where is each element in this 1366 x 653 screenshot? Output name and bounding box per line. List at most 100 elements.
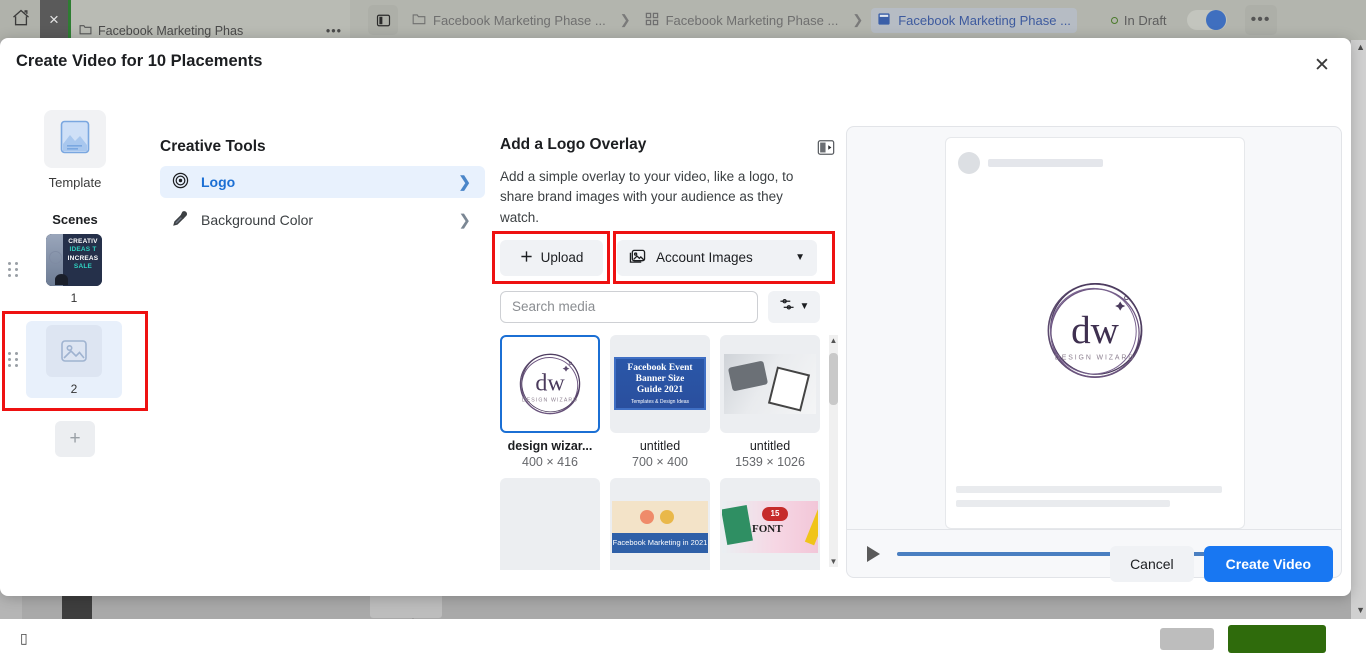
desk-photo-art bbox=[724, 354, 816, 414]
account-images-label: Account Images bbox=[656, 250, 753, 265]
fb-event-banner-art: Facebook Event Banner Size Guide 2021 Te… bbox=[614, 357, 706, 410]
tool-item-background-color[interactable]: Background Color ❯ bbox=[160, 204, 485, 236]
status-badge: In Draft bbox=[1111, 13, 1167, 28]
preview-canvas: dw DESIGN WIZARD bbox=[945, 137, 1245, 529]
search-input[interactable] bbox=[500, 291, 758, 323]
tab-menu-icon[interactable]: ••• bbox=[326, 24, 342, 38]
tool-item-logo[interactable]: Logo ❯ bbox=[160, 166, 485, 198]
plus-icon bbox=[520, 250, 533, 266]
add-scene-button[interactable]: + bbox=[55, 421, 95, 457]
scene-card-selected[interactable]: 2 bbox=[26, 321, 122, 398]
scenes-panel: Template Scenes CREATIVIDEAS TINCREASSAL… bbox=[0, 94, 150, 536]
home-icon[interactable] bbox=[10, 8, 40, 33]
logo-overlay-panel: Add a Logo Overlay Add a simple overlay … bbox=[500, 136, 838, 536]
scroll-down-arrow[interactable]: ▼ bbox=[829, 557, 838, 566]
placeholder-name-bar bbox=[988, 159, 1103, 167]
drag-handle-icon[interactable] bbox=[0, 352, 26, 367]
draft-toggle[interactable] bbox=[1187, 10, 1227, 30]
media-grid: dw DESIGN WIZARD design wizar... 400 × 4… bbox=[500, 335, 820, 570]
cancel-button[interactable]: Cancel bbox=[1110, 546, 1194, 582]
breadcrumb-separator: ❯ bbox=[620, 12, 631, 28]
upload-button[interactable]: Upload bbox=[500, 240, 603, 276]
media-thumbnail[interactable]: Facebook Marketing in 2021 bbox=[610, 478, 710, 570]
logo-action-row: Upload Account Images ▼ bbox=[500, 240, 838, 276]
background-primary-button bbox=[1228, 625, 1326, 653]
banner-word: FONT bbox=[752, 523, 783, 535]
breadcrumb-separator: ❯ bbox=[852, 12, 863, 28]
svg-text:dw: dw bbox=[1071, 309, 1120, 352]
scene-thumbnail[interactable] bbox=[46, 325, 102, 377]
tool-item-label: Logo bbox=[201, 174, 235, 190]
media-item[interactable]: 15 FONT bbox=[720, 478, 820, 570]
media-name: untitled bbox=[720, 439, 820, 453]
media-thumbnail[interactable]: Facebook Event Banner Size Guide 2021 Te… bbox=[610, 335, 710, 433]
media-item[interactable]: Facebook Event Banner Size Guide 2021 Te… bbox=[610, 335, 710, 469]
video-preview-panel: dw DESIGN WIZARD 0:06 / 0:06 bbox=[846, 126, 1342, 578]
scene-row[interactable]: CREATIVIDEAS TINCREASSALE 1 bbox=[0, 233, 150, 305]
eyedropper-icon bbox=[172, 210, 189, 230]
svg-text:DESIGN WIZARD: DESIGN WIZARD bbox=[1055, 354, 1135, 361]
template-thumbnail[interactable] bbox=[44, 110, 106, 168]
page-scrollbar[interactable]: ▲ ▼ bbox=[1351, 40, 1366, 619]
media-name: design wizar... bbox=[500, 439, 600, 453]
panel-toggle-icon[interactable] bbox=[368, 5, 398, 35]
scrollbar-thumb[interactable] bbox=[829, 353, 838, 405]
browser-tab-label: Facebook Marketing Phas bbox=[98, 24, 243, 38]
media-thumbnail[interactable] bbox=[720, 335, 820, 433]
logo-overlay-header: Add a Logo Overlay bbox=[500, 136, 838, 158]
breadcrumb-item-folder[interactable]: Facebook Marketing Phase ... bbox=[406, 9, 612, 32]
logo-overlay-description: Add a simple overlay to your video, like… bbox=[500, 167, 818, 228]
logo-overlay-preview: dw DESIGN WIZARD bbox=[1032, 268, 1158, 399]
scroll-up-arrow[interactable]: ▲ bbox=[1356, 42, 1365, 52]
breadcrumb-label: Facebook Marketing Phase ... bbox=[666, 13, 839, 28]
template-block[interactable]: Template bbox=[0, 110, 150, 190]
media-scrollbar[interactable]: ▲ ▼ bbox=[829, 335, 838, 567]
avatar bbox=[958, 152, 980, 174]
breadcrumb-item-current[interactable]: Facebook Marketing Phase ... bbox=[871, 8, 1077, 33]
more-options-icon[interactable]: ••• bbox=[1245, 5, 1277, 35]
status-dot-icon bbox=[1111, 17, 1118, 24]
media-item[interactable] bbox=[500, 478, 600, 570]
scene-number: 2 bbox=[26, 382, 122, 396]
media-item[interactable]: dw DESIGN WIZARD design wizar... 400 × 4… bbox=[500, 335, 600, 469]
media-thumbnail[interactable]: dw DESIGN WIZARD bbox=[500, 335, 600, 433]
media-item[interactable]: Facebook Marketing in 2021 bbox=[610, 478, 710, 570]
media-thumbnail[interactable] bbox=[500, 478, 600, 570]
placeholder-text-bar bbox=[956, 486, 1222, 493]
scenes-heading: Scenes bbox=[0, 212, 150, 227]
banner-line-3: Guide 2021 bbox=[637, 385, 683, 396]
play-icon[interactable] bbox=[863, 545, 883, 563]
browser-tab[interactable]: Facebook Marketing Phas ••• bbox=[68, 0, 350, 40]
status-label: In Draft bbox=[1124, 13, 1167, 28]
media-dimensions: 400 × 416 bbox=[500, 455, 600, 469]
media-item[interactable]: untitled 1539 × 1026 bbox=[720, 335, 820, 469]
tab-close-icon[interactable]: × bbox=[40, 0, 68, 40]
dw-logo-icon: dw DESIGN WIZARD bbox=[510, 344, 590, 424]
scene-card[interactable]: CREATIVIDEAS TINCREASSALE 1 bbox=[26, 234, 122, 305]
scroll-down-arrow[interactable]: ▼ bbox=[1356, 605, 1365, 615]
drag-handle-icon[interactable] bbox=[0, 262, 26, 277]
logo-overlay-title: Add a Logo Overlay bbox=[500, 136, 646, 154]
scene-row[interactable]: 2 bbox=[0, 311, 150, 407]
media-name: untitled bbox=[610, 439, 710, 453]
panel-collapse-icon[interactable] bbox=[814, 136, 838, 158]
template-label: Template bbox=[0, 175, 150, 190]
svg-text:dw: dw bbox=[535, 370, 565, 396]
modal-footer: Cancel Create Video bbox=[1110, 546, 1333, 582]
breadcrumb-label: Facebook Marketing Phase ... bbox=[433, 13, 606, 28]
browser-top-bar: × Facebook Marketing Phas ••• bbox=[0, 0, 1366, 40]
creative-tools-panel: Creative Tools Logo ❯ Background Color ❯ bbox=[160, 138, 485, 236]
grid-icon bbox=[645, 12, 659, 29]
breadcrumb-item-board[interactable]: Facebook Marketing Phase ... bbox=[639, 8, 845, 33]
scene-thumbnail[interactable]: CREATIVIDEAS TINCREASSALE bbox=[46, 234, 102, 286]
close-icon[interactable]: ✕ bbox=[1307, 50, 1337, 80]
scroll-up-arrow[interactable]: ▲ bbox=[829, 336, 838, 345]
account-images-dropdown[interactable]: Account Images ▼ bbox=[617, 240, 817, 276]
media-thumbnail[interactable]: 15 FONT bbox=[720, 478, 820, 570]
browser-tab-strip: × Facebook Marketing Phas ••• bbox=[0, 0, 350, 40]
media-filter-button[interactable]: ▼ bbox=[768, 291, 820, 323]
page-title: Create Video for 10 Placements bbox=[16, 52, 262, 71]
create-video-button[interactable]: Create Video bbox=[1204, 546, 1333, 582]
fb-marketing-art: Facebook Marketing in 2021 bbox=[612, 501, 708, 553]
media-search-row: ▼ bbox=[500, 291, 838, 323]
